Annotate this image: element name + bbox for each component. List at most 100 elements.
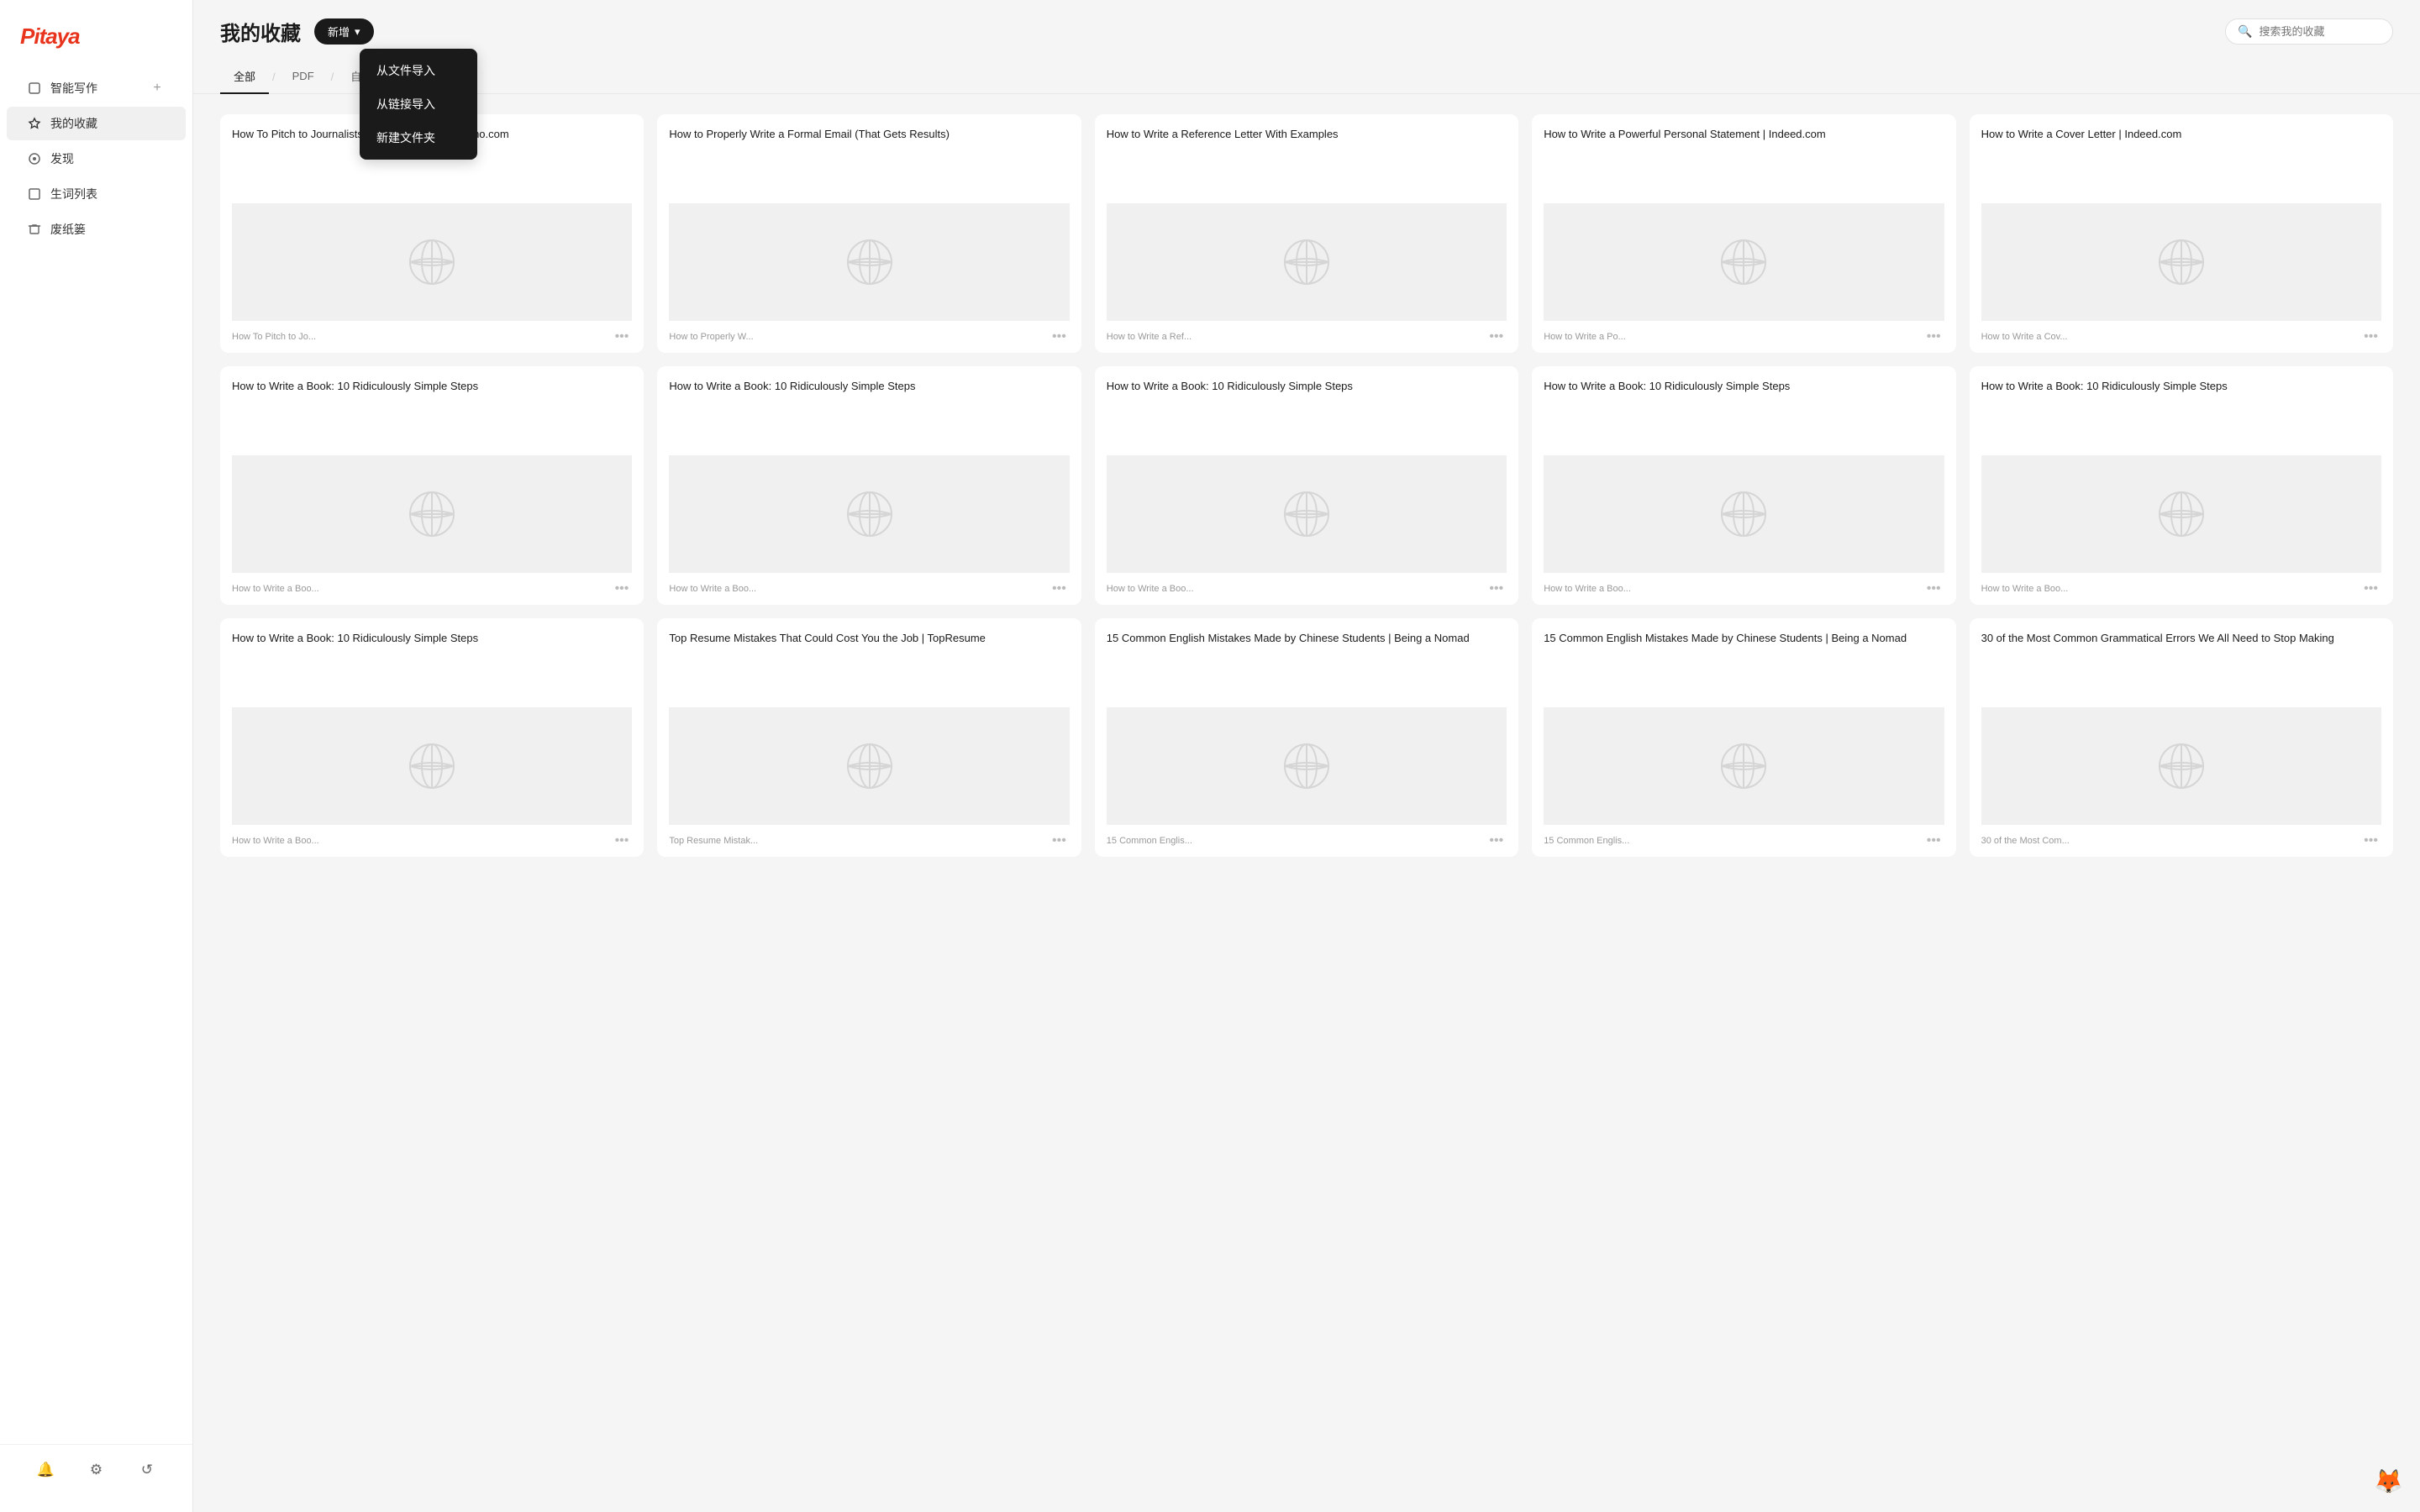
settings-icon[interactable]: ⚙ (84, 1458, 108, 1482)
card-footer: 15 Common Englis... ••• (1095, 825, 1518, 857)
card-footer: How to Write a Boo... ••• (657, 573, 1081, 605)
card-title: 15 Common English Mistakes Made by Chine… (1107, 630, 1507, 697)
card-title: How to Write a Book: 10 Ridiculously Sim… (1107, 378, 1507, 445)
card-more-button[interactable]: ••• (1923, 580, 1944, 598)
sidebar-bottom: 🔔 ⚙ ↺ (0, 1444, 192, 1495)
card-thumbnail (1544, 455, 1944, 573)
card-body: How to Write a Book: 10 Ridiculously Sim… (1970, 366, 2393, 573)
card-thumbnail (232, 707, 632, 825)
search-box[interactable]: 🔍 (2225, 18, 2393, 45)
card-footer: How to Write a Boo... ••• (220, 825, 644, 857)
card-item[interactable]: How to Write a Book: 10 Ridiculously Sim… (657, 366, 1081, 605)
card-item[interactable]: 15 Common English Mistakes Made by Chine… (1095, 618, 1518, 857)
sidebar-item-label: 发现 (50, 150, 74, 167)
card-more-button[interactable]: ••• (1923, 328, 1944, 346)
tab-all[interactable]: 全部 (220, 60, 269, 94)
card-footer: Top Resume Mistak... ••• (657, 825, 1081, 857)
card-footer: 30 of the Most Com... ••• (1970, 825, 2393, 857)
card-more-button[interactable]: ••• (1049, 580, 1070, 598)
card-more-button[interactable]: ••• (1049, 328, 1070, 346)
card-item[interactable]: Top Resume Mistakes That Could Cost You … (657, 618, 1081, 857)
card-title: 30 of the Most Common Grammatical Errors… (1981, 630, 2381, 697)
card-footer-title: How to Write a Boo... (232, 836, 319, 846)
card-thumbnail (232, 203, 632, 321)
card-thumbnail (669, 455, 1069, 573)
card-item[interactable]: How to Write a Book: 10 Ridiculously Sim… (220, 366, 644, 605)
card-footer-title: How to Write a Boo... (669, 584, 756, 594)
card-item[interactable]: How to Properly Write a Formal Email (Th… (657, 114, 1081, 353)
card-item[interactable]: How to Write a Powerful Personal Stateme… (1532, 114, 1955, 353)
card-body: How to Write a Book: 10 Ridiculously Sim… (1095, 366, 1518, 573)
emoji-avatar[interactable]: 🦊 (2374, 1467, 2403, 1495)
search-input[interactable] (2259, 25, 2381, 38)
card-title: How to Write a Reference Letter With Exa… (1107, 126, 1507, 193)
card-footer: How to Write a Boo... ••• (1532, 573, 1955, 605)
sidebar-item-trash[interactable]: 废纸篓 (7, 213, 186, 246)
card-footer-title: How to Write a Ref... (1107, 332, 1192, 342)
new-button[interactable]: 新增 ▾ (314, 18, 374, 45)
card-item[interactable]: 30 of the Most Common Grammatical Errors… (1970, 618, 2393, 857)
card-footer-title: How to Write a Boo... (232, 584, 319, 594)
favorites-icon (27, 116, 42, 131)
card-footer: 15 Common Englis... ••• (1532, 825, 1955, 857)
smart-write-icon (27, 81, 42, 96)
sidebar: Pitaya 智能写作 + 我的收藏 (0, 0, 193, 1512)
card-item[interactable]: How to Write a Book: 10 Ridiculously Sim… (1532, 366, 1955, 605)
sidebar-item-word-list[interactable]: 生词列表 (7, 177, 186, 211)
card-more-button[interactable]: ••• (1486, 580, 1507, 598)
card-more-button[interactable]: ••• (1923, 832, 1944, 850)
card-thumbnail (669, 707, 1069, 825)
card-more-button[interactable]: ••• (1486, 328, 1507, 346)
card-more-button[interactable]: ••• (612, 328, 633, 346)
card-more-button[interactable]: ••• (1486, 832, 1507, 850)
card-more-button[interactable]: ••• (2360, 580, 2381, 598)
sidebar-item-discover[interactable]: 发现 (7, 142, 186, 176)
card-footer: How to Write a Po... ••• (1532, 321, 1955, 353)
card-title: Top Resume Mistakes That Could Cost You … (669, 630, 1069, 697)
sidebar-item-label: 废纸篓 (50, 221, 86, 238)
sidebar-item-label: 生词列表 (50, 186, 97, 202)
refresh-icon[interactable]: ↺ (135, 1458, 159, 1482)
card-item[interactable]: 15 Common English Mistakes Made by Chine… (1532, 618, 1955, 857)
card-body: Top Resume Mistakes That Could Cost You … (657, 618, 1081, 825)
card-more-button[interactable]: ••• (612, 580, 633, 598)
card-item[interactable]: How to Write a Book: 10 Ridiculously Sim… (1970, 366, 2393, 605)
card-item[interactable]: How to Write a Book: 10 Ridiculously Sim… (220, 618, 644, 857)
card-body: 30 of the Most Common Grammatical Errors… (1970, 618, 2393, 825)
card-item[interactable]: How to Write a Book: 10 Ridiculously Sim… (1095, 366, 1518, 605)
card-body: How to Write a Cover Letter | Indeed.com (1970, 114, 2393, 321)
card-thumbnail (1107, 707, 1507, 825)
dropdown-item-new-folder[interactable]: 新建文件夹 (360, 121, 477, 155)
word-list-icon (27, 186, 42, 202)
card-body: How to Write a Book: 10 Ridiculously Sim… (220, 618, 644, 825)
card-body: How to Write a Book: 10 Ridiculously Sim… (1532, 366, 1955, 573)
card-thumbnail (1107, 203, 1507, 321)
card-title: How to Properly Write a Formal Email (Th… (669, 126, 1069, 193)
page-header: 我的收藏 新增 ▾ 🔍 (193, 0, 2420, 60)
card-title: How to Write a Book: 10 Ridiculously Sim… (1981, 378, 2381, 445)
card-item[interactable]: How to Write a Cover Letter | Indeed.com… (1970, 114, 2393, 353)
card-thumbnail (669, 203, 1069, 321)
card-more-button[interactable]: ••• (2360, 328, 2381, 346)
bell-icon[interactable]: 🔔 (34, 1458, 57, 1482)
card-footer-title: How to Write a Po... (1544, 332, 1626, 342)
dropdown-item-import-file[interactable]: 从文件导入 (360, 54, 477, 87)
card-footer-title: Top Resume Mistak... (669, 836, 758, 846)
add-button[interactable]: + (149, 80, 166, 97)
card-item[interactable]: How to Write a Reference Letter With Exa… (1095, 114, 1518, 353)
card-footer-title: How to Properly W... (669, 332, 753, 342)
dropdown-item-import-link[interactable]: 从链接导入 (360, 87, 477, 121)
card-body: 15 Common English Mistakes Made by Chine… (1532, 618, 1955, 825)
card-more-button[interactable]: ••• (2360, 832, 2381, 850)
sidebar-nav: 智能写作 + 我的收藏 发现 (0, 70, 192, 1444)
tab-pdf[interactable]: PDF (279, 61, 328, 92)
tabs-bar: 全部 / PDF / 自发现 (193, 60, 2420, 94)
chevron-down-icon: ▾ (355, 25, 360, 39)
sidebar-item-favorites[interactable]: 我的收藏 (7, 107, 186, 140)
card-title: How to Write a Book: 10 Ridiculously Sim… (232, 630, 632, 697)
card-more-button[interactable]: ••• (612, 832, 633, 850)
sidebar-item-smart-write[interactable]: 智能写作 + (7, 71, 186, 105)
card-footer: How to Write a Boo... ••• (1970, 573, 2393, 605)
card-more-button[interactable]: ••• (1049, 832, 1070, 850)
card-footer-title: 30 of the Most Com... (1981, 836, 2070, 846)
